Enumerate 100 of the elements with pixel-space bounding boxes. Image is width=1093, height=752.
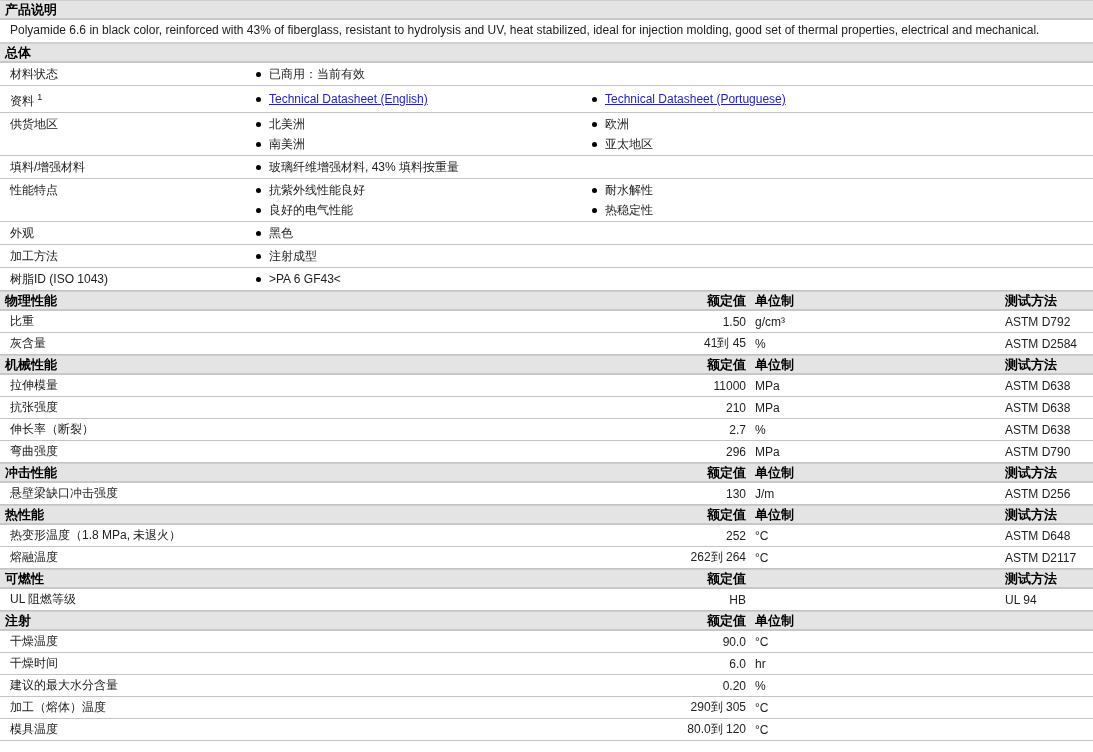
- test-method: ASTM D790: [1004, 444, 1072, 459]
- property-label: 材料状态: [9, 66, 59, 82]
- nominal-value: 0.20: [721, 678, 747, 693]
- column-header: 单位制: [754, 356, 795, 374]
- column-header: 测试方法: [1004, 570, 1058, 588]
- property-name: 热变形温度（1.8 MPa, 未退火）: [9, 527, 183, 544]
- bullet-icon: [256, 230, 261, 236]
- bullet-icon: [592, 187, 597, 193]
- test-method: ASTM D638: [1004, 400, 1072, 415]
- property-value: 耐水解性: [605, 182, 653, 198]
- test-method: ASTM D2584: [1004, 336, 1079, 351]
- column-header: 单位制: [754, 506, 795, 524]
- property-value: 亚太地区: [605, 136, 653, 152]
- bullet-icon: [592, 207, 597, 213]
- unit-text: MPa: [754, 378, 781, 393]
- property-value: 南美洲: [269, 136, 305, 152]
- column-header: 测试方法: [1004, 506, 1058, 524]
- test-method: ASTM D256: [1004, 486, 1072, 501]
- property-name: 建议的最大水分含量: [9, 677, 119, 694]
- column-header: 额定值: [706, 292, 747, 310]
- property-name: 模具温度: [9, 721, 59, 738]
- bullet-icon: [256, 253, 261, 259]
- property-value: 热稳定性: [605, 202, 653, 218]
- nominal-value: 290到 305: [689, 699, 747, 716]
- property-name: 伸长率（断裂）: [9, 421, 95, 438]
- nominal-value: 2.7: [728, 422, 747, 437]
- column-header: 额定值: [706, 506, 747, 524]
- unit-text: %: [754, 336, 767, 351]
- property-name: 灰含量: [9, 335, 47, 352]
- unit-text: MPa: [754, 400, 781, 415]
- property-name: 加工（熔体）温度: [9, 699, 107, 716]
- property-name: 干燥温度: [9, 633, 59, 650]
- nominal-value: 90.0: [721, 634, 747, 649]
- property-value: >PA 6 GF43<: [269, 271, 341, 287]
- property-name: 比重: [9, 313, 35, 330]
- bullet-icon: [592, 96, 597, 102]
- column-header: 单位制: [754, 612, 795, 630]
- unit-text: MPa: [754, 444, 781, 459]
- unit-text: °C: [754, 700, 770, 715]
- nominal-value: 11000: [712, 378, 747, 393]
- property-name: 抗张强度: [9, 399, 59, 416]
- nominal-value: 252: [724, 528, 747, 543]
- property-label: 加工方法: [9, 248, 59, 264]
- bullet-icon: [256, 141, 261, 147]
- bullet-icon: [256, 71, 261, 77]
- test-method: ASTM D638: [1004, 378, 1072, 393]
- nominal-value: 41到 45: [702, 335, 747, 352]
- unit-text: °C: [754, 634, 770, 649]
- section-title: 总体: [3, 44, 32, 62]
- property-label: 外观: [9, 225, 35, 241]
- nominal-value: 262到 264: [689, 549, 747, 566]
- section-title: 冲击性能: [4, 464, 58, 482]
- unit-text: hr: [754, 656, 767, 671]
- property-value: 已商用：当前有效: [269, 66, 365, 82]
- column-header: 测试方法: [1004, 356, 1058, 374]
- section-title: 机械性能: [3, 356, 58, 374]
- nominal-value: HB: [728, 592, 747, 607]
- nominal-value: 130: [724, 486, 747, 501]
- test-method: ASTM D638: [1004, 422, 1072, 437]
- unit-text: °C: [754, 550, 770, 565]
- unit-text: °C: [754, 722, 770, 737]
- property-name: 悬壁梁缺口冲击强度: [9, 485, 119, 502]
- test-method: ASTM D648: [1004, 528, 1072, 543]
- datasheet-link[interactable]: Technical Datasheet (English): [269, 91, 428, 107]
- section-title: 物理性能: [4, 292, 58, 310]
- property-value: 抗紫外线性能良好: [269, 182, 365, 198]
- bullet-icon: [256, 96, 261, 102]
- section-title: 可燃性: [4, 570, 45, 588]
- nominal-value: 1.50: [721, 314, 747, 329]
- bullet-icon: [256, 276, 261, 282]
- nominal-value: 296: [724, 444, 747, 459]
- unit-text: °C: [754, 528, 770, 543]
- property-name: 拉伸模量: [9, 377, 59, 394]
- bullet-icon: [256, 121, 261, 127]
- nominal-value: 6.0: [728, 656, 747, 671]
- datasheet-link[interactable]: Technical Datasheet (Portuguese): [605, 91, 786, 107]
- column-header: 额定值: [706, 570, 747, 588]
- column-header: 测试方法: [1004, 292, 1058, 310]
- unit-text: %: [754, 422, 767, 437]
- property-value: 黑色: [269, 225, 293, 241]
- property-value: 欧洲: [605, 116, 629, 132]
- property-label: 树脂ID (ISO 1043): [9, 271, 110, 287]
- column-header: 额定值: [706, 464, 747, 482]
- section-title: 热性能: [4, 506, 45, 524]
- test-method: ASTM D2117: [1004, 550, 1078, 565]
- bullet-icon: [256, 187, 261, 193]
- unit-text: J/m: [754, 486, 776, 501]
- section-title: 注射: [4, 612, 32, 630]
- bullet-icon: [256, 207, 261, 213]
- property-name: 弯曲强度: [9, 443, 59, 460]
- column-header: 测试方法: [1004, 464, 1058, 482]
- property-value: 玻璃纤维增强材料, 43% 填料按重量: [269, 159, 460, 175]
- property-label: 资料 $^{1}$: [9, 91, 44, 109]
- property-name: UL 阻燃等级: [9, 591, 78, 608]
- section-title: 产品说明: [4, 1, 58, 19]
- column-header: 单位制: [754, 464, 795, 482]
- property-value: 良好的电气性能: [269, 202, 353, 218]
- property-value: 北美洲: [269, 116, 305, 132]
- property-label: 性能特点: [9, 182, 59, 199]
- bullet-icon: [256, 164, 261, 170]
